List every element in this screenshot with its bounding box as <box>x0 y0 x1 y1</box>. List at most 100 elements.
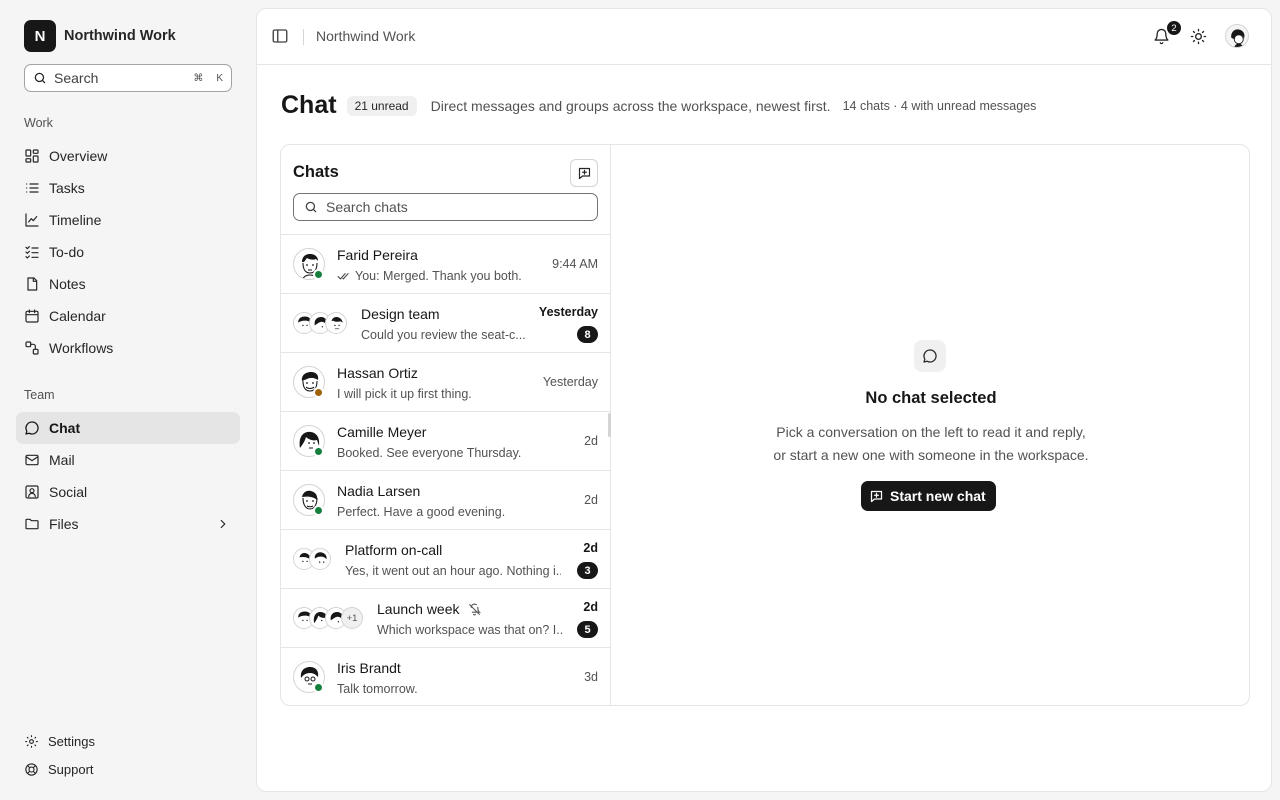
sidebar-item-social[interactable]: Social <box>16 476 240 508</box>
sidebar-item-notes[interactable]: Notes <box>16 268 240 300</box>
unread-count-badge: 8 <box>577 326 598 343</box>
chat-preview-text: Perfect. Have a good evening. <box>337 505 506 519</box>
mail-icon <box>25 454 39 466</box>
sidebar-item-workflows[interactable]: Workflows <box>16 332 240 364</box>
chat-name-wrap: Launch week <box>377 601 481 617</box>
chat-name: Iris Brandt <box>337 660 401 676</box>
settings-link[interactable]: Settings <box>24 734 95 749</box>
top-bar: Northwind Work 2 <box>257 9 1271 65</box>
empty-state-icon-box <box>914 340 946 372</box>
topbar-divider <box>303 29 304 45</box>
chat-search-input[interactable] <box>326 199 587 215</box>
topbar-actions: 2 <box>1150 20 1249 49</box>
sidebar-item-todo[interactable]: To-do <box>16 236 240 268</box>
extra-members-avatar: +1 <box>341 607 363 629</box>
grid-icon <box>25 149 39 163</box>
avatar-illustration <box>314 552 327 563</box>
chat-preview: Perfect. Have a good evening. <box>337 505 537 519</box>
start-new-chat-label: Start new chat <box>890 488 986 504</box>
sidebar-item-calendar[interactable]: Calendar <box>16 300 240 332</box>
unread-count-badge: 3 <box>577 562 598 579</box>
checklist-icon <box>25 246 39 259</box>
chat-name: Nadia Larsen <box>337 483 421 499</box>
user-avatar[interactable] <box>1225 24 1249 48</box>
app: N Northwind Work Search ⌘ K Work Overvie… <box>0 0 1280 800</box>
chat-time: 9:44 AM <box>552 257 598 271</box>
chat-row-platform-on-call[interactable]: Platform on-call Yes, it went out an hou… <box>281 530 610 589</box>
page-title: Chat <box>281 91 337 119</box>
sidebar-item-mail[interactable]: Mail <box>16 444 240 476</box>
sidebar-search[interactable]: Search ⌘ K <box>24 64 232 92</box>
shortcut-k-key: K <box>216 72 223 84</box>
chat-bubble-icon <box>923 349 937 363</box>
sidebar-item-overview[interactable]: Overview <box>16 140 240 172</box>
bell-off-icon <box>468 603 481 615</box>
sidebar-item-label: Files <box>49 516 79 532</box>
chat-name: Farid Pereira <box>337 247 418 263</box>
chat-preview: Yes, it went out an hour ago. Nothing i.… <box>345 564 561 578</box>
sidebar-item-label: Mail <box>49 452 75 468</box>
support-link[interactable]: Support <box>24 762 94 777</box>
page-meta: 14 chats · 4 with unread messages <box>842 98 1037 113</box>
folder-icon <box>25 518 39 530</box>
new-chat-button[interactable] <box>570 159 598 187</box>
double-check-icon <box>337 273 349 280</box>
chevron-right-icon[interactable] <box>216 517 230 531</box>
chat-preview-text: Yes, it went out an hour ago. Nothing i.… <box>345 564 561 578</box>
chat-preview: You: Merged. Thank you both. <box>337 269 537 283</box>
chat-time: 2d <box>583 541 598 555</box>
sidebar-item-label: Chat <box>49 420 81 436</box>
chat-row-hassan-ortiz[interactable]: Hassan Ortiz I will pick it up first thi… <box>281 353 610 412</box>
chat-preview-text: Which workspace was that on? I... <box>377 623 563 637</box>
sidebar-item-label: Social <box>49 484 88 500</box>
chat-row-nadia-larsen[interactable]: Nadia Larsen Perfect. Have a good evenin… <box>281 471 610 530</box>
chat-bubble-icon <box>25 421 39 435</box>
chat-name: Launch week <box>377 601 460 617</box>
calendar-icon <box>25 309 39 323</box>
unread-count-badge: 5 <box>577 621 598 638</box>
sidebar-item-label: To-do <box>49 244 85 260</box>
social-icon <box>25 485 39 499</box>
workspace-name: Northwind Work <box>64 28 176 44</box>
chat-card: Chats Search chats Farid Pereira You: Me… <box>280 144 1250 706</box>
sidebar-item-tasks[interactable]: Tasks <box>16 172 240 204</box>
chat-preview-text: You: Merged. Thank you both. <box>355 269 522 283</box>
breadcrumb[interactable]: Northwind Work <box>316 28 415 44</box>
page-description: Direct messages and groups across the wo… <box>430 97 831 114</box>
support-label: Support <box>48 762 94 777</box>
avatar-illustration <box>331 316 343 330</box>
avatar-group <box>293 307 347 339</box>
chat-time: 2d <box>584 434 598 448</box>
chat-name: Hassan Ortiz <box>337 365 418 381</box>
gear-icon <box>25 735 38 748</box>
workspace-switcher[interactable]: N Northwind Work <box>24 20 176 52</box>
online-status-dot <box>313 269 324 280</box>
chat-preview: Talk tomorrow. <box>337 682 537 696</box>
chat-row-launch-week[interactable]: +1 Launch week Which workspace was that … <box>281 589 610 648</box>
chat-preview-text: I will pick it up first thing. <box>337 387 472 401</box>
chat-row-iris-brandt[interactable]: Iris Brandt Talk tomorrow. 3d <box>281 648 610 705</box>
chat-preview: Could you review the seat-c... <box>361 328 531 342</box>
sidebar-item-label: Notes <box>49 276 86 292</box>
sidebar-item-label: Workflows <box>49 340 114 356</box>
sidebar-search-placeholder: Search <box>54 70 99 86</box>
chat-row-farid-pereira[interactable]: Farid Pereira You: Merged. Thank you bot… <box>281 235 610 294</box>
start-new-chat-button[interactable]: Start new chat <box>861 481 996 511</box>
unread-count-badge: 21 unread <box>346 95 417 116</box>
chat-row-camille-meyer[interactable]: Camille Meyer Booked. See everyone Thurs… <box>281 412 610 471</box>
sun-icon[interactable] <box>1190 28 1207 45</box>
sidebar-item-timeline[interactable]: Timeline <box>16 204 240 236</box>
sidebar-item-files[interactable]: Files <box>16 508 240 540</box>
chat-search[interactable] <box>293 193 598 221</box>
main-panel: Northwind Work 2 Chat 21 unread Direct m… <box>256 8 1272 792</box>
sidebar-item-label: Overview <box>49 148 108 164</box>
online-status-dot <box>313 505 324 516</box>
chat-row-design-team[interactable]: Design team Could you review the seat-c.… <box>281 294 610 353</box>
sidebar-toggle-icon[interactable] <box>271 27 289 45</box>
chat-list-panel: Chats Search chats Farid Pereira You: Me… <box>281 145 611 705</box>
chat-preview-text: Booked. See everyone Thursday. <box>337 446 522 460</box>
workspace-logo: N <box>24 20 56 52</box>
notifications-button[interactable]: 2 <box>1150 20 1182 49</box>
shortcut-cmd-key: ⌘ <box>193 72 204 84</box>
sidebar-item-chat[interactable]: Chat <box>16 412 240 444</box>
